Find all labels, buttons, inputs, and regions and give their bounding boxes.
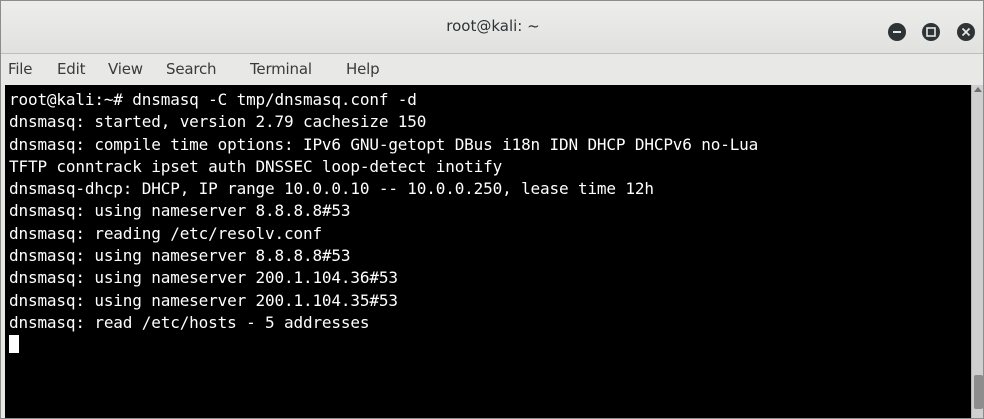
cursor-line xyxy=(9,334,758,356)
output-line: dnsmasq: started, version 2.79 cachesize… xyxy=(9,112,427,132)
terminal-window: root@kali: ~ File Edit View Search Termi… xyxy=(0,0,984,419)
menu-view[interactable]: View xyxy=(108,60,143,78)
maximize-icon xyxy=(922,23,940,41)
output-line: dnsmasq: using nameserver 8.8.8.8#53 xyxy=(9,246,351,266)
minimize-button[interactable] xyxy=(888,23,906,41)
close-button[interactable] xyxy=(957,23,975,41)
output-line: dnsmasq: using nameserver 8.8.8.8#53 xyxy=(9,201,351,221)
text-cursor xyxy=(9,335,19,354)
menu-terminal[interactable]: Terminal xyxy=(250,60,312,78)
maximize-button[interactable] xyxy=(922,23,940,41)
output-line: dnsmasq: compile time options: IPv6 GNU-… xyxy=(9,134,759,154)
shell-prompt: root@kali:~# xyxy=(9,90,133,109)
output-line: dnsmasq: using nameserver 200.1.104.35#5… xyxy=(9,290,398,310)
scrollbar-thumb[interactable] xyxy=(974,375,983,409)
menu-edit[interactable]: Edit xyxy=(57,60,85,78)
output-line: dnsmasq: read /etc/hosts - 5 addresses xyxy=(9,312,370,332)
vertical-scrollbar[interactable] xyxy=(971,85,983,418)
terminal-output: root@kali:~# dnsmasq -C tmp/dnsmasq.conf… xyxy=(9,89,758,357)
command-line: root@kali:~# dnsmasq -C tmp/dnsmasq.conf… xyxy=(9,89,758,111)
scroll-up-icon[interactable] xyxy=(974,87,982,92)
menu-bar: File Edit View Search Terminal Help xyxy=(1,54,983,85)
close-icon xyxy=(957,23,975,41)
minimize-icon xyxy=(888,23,906,41)
output-line: dnsmasq-dhcp: DHCP, IP range 10.0.0.10 -… xyxy=(9,179,654,199)
terminal-screen[interactable]: root@kali:~# dnsmasq -C tmp/dnsmasq.conf… xyxy=(5,85,971,418)
menu-file[interactable]: File xyxy=(8,60,33,78)
window-title: root@kali: ~ xyxy=(446,17,540,35)
output-line: TFTP conntrack ipset auth DNSSEC loop-de… xyxy=(9,156,503,176)
menu-help[interactable]: Help xyxy=(346,60,380,78)
command-text: dnsmasq -C tmp/dnsmasq.conf -d xyxy=(132,90,417,109)
output-line: dnsmasq: reading /etc/resolv.conf xyxy=(9,223,322,243)
title-bar[interactable]: root@kali: ~ xyxy=(1,1,983,54)
menu-search[interactable]: Search xyxy=(166,60,217,78)
output-line: dnsmasq: using nameserver 200.1.104.36#5… xyxy=(9,268,398,288)
